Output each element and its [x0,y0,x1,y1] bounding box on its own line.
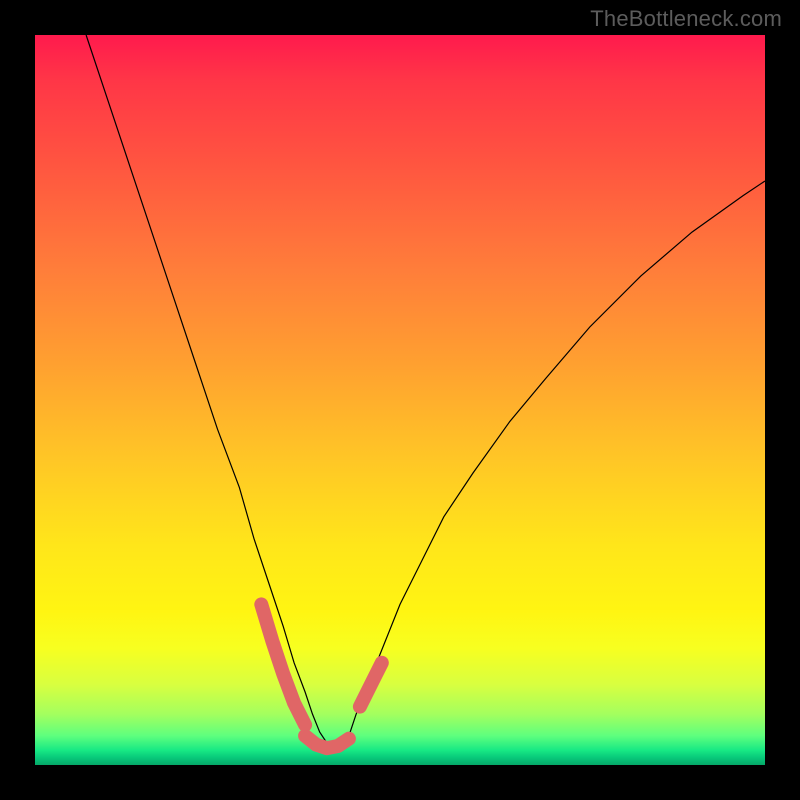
plot-area [35,35,765,765]
chart-svg [35,35,765,765]
highlight-left-descent [261,604,305,725]
highlight-valley-floor [305,736,349,748]
bottleneck-curve-line [86,35,765,749]
highlight-right-dots [360,663,382,707]
watermark-label: TheBottleneck.com [590,6,782,32]
chart-frame: TheBottleneck.com [0,0,800,800]
